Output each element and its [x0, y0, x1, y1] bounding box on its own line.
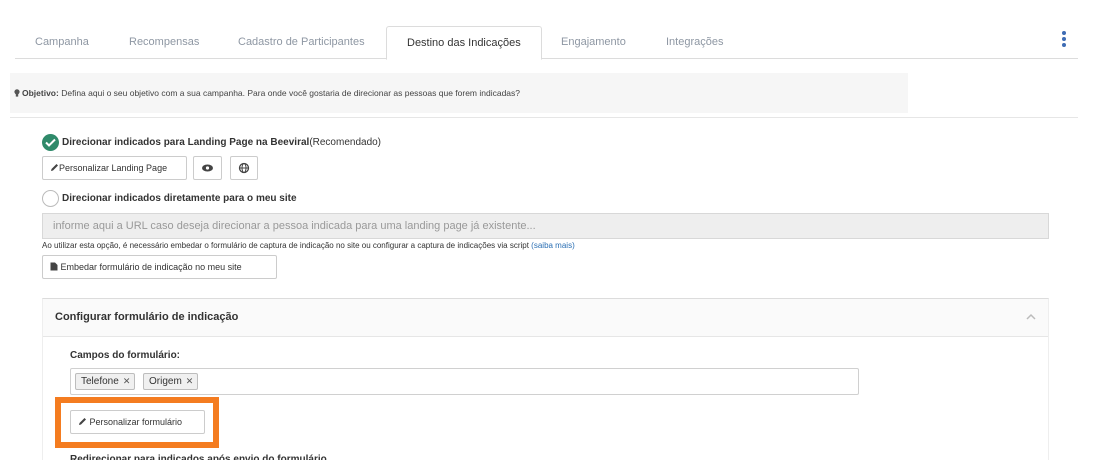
form-config-header[interactable]: Configurar formulário de indicação	[43, 299, 1048, 337]
lightbulb-icon	[14, 88, 20, 97]
customize-form-button[interactable]: Personalizar formulário	[70, 410, 205, 434]
customize-landing-page-label: Personalizar Landing Page	[59, 163, 168, 173]
tab-engajamento[interactable]: Engajamento	[541, 26, 646, 59]
landing-page-label: Direcionar indicados para Landing Page n…	[62, 137, 310, 148]
chevron-up-icon[interactable]	[1026, 313, 1036, 320]
field-tag-label: Origem	[149, 376, 182, 387]
more-options-icon[interactable]	[1060, 31, 1068, 47]
field-tag-label: Telefone	[81, 376, 119, 387]
own-site-radio[interactable]	[42, 190, 59, 207]
form-fields-label: Campos do formulário:	[70, 350, 181, 361]
embed-form-label: Embedar formulário de indicação no meu s…	[60, 262, 242, 272]
own-site-option-label[interactable]: Direcionar indicados diretamente para o …	[62, 193, 297, 204]
eye-icon	[202, 164, 213, 172]
preview-button[interactable]	[193, 156, 222, 180]
objective-label: Objetivo:	[22, 88, 59, 98]
tab-cadastro-participantes[interactable]: Cadastro de Participantes	[218, 26, 385, 59]
tab-integracoes[interactable]: Integrações	[646, 26, 743, 59]
objective-banner: Objetivo: Defina aqui o seu objetivo com…	[10, 73, 908, 113]
remove-tag-icon[interactable]: ✕	[123, 376, 131, 386]
tab-recompensas[interactable]: Recompensas	[109, 26, 219, 59]
check-icon	[45, 138, 56, 147]
remove-tag-icon[interactable]: ✕	[186, 376, 194, 386]
landing-page-option-label[interactable]: Direcionar indicados para Landing Page n…	[62, 137, 381, 148]
learn-more-link[interactable]: (saiba mais)	[531, 241, 575, 250]
embed-note-text: Ao utilizar esta opção, é necessário emb…	[42, 241, 532, 250]
objective-text: Defina aqui o seu objetivo com a sua cam…	[58, 88, 521, 98]
embed-note: Ao utilizar esta opção, é necessário emb…	[42, 241, 575, 250]
pencil-icon	[79, 418, 86, 426]
globe-icon	[238, 162, 250, 173]
field-tag-telefone: Telefone ✕	[75, 373, 136, 390]
redirect-after-submit-label: Redirecionar para indicados após envio d…	[70, 454, 327, 460]
redirect-url-input[interactable]: informe aqui a URL caso deseja direciona…	[42, 213, 1049, 239]
customize-landing-page-button[interactable]: Personalizar Landing Page	[42, 156, 187, 180]
own-site-label: Direcionar indicados diretamente para o …	[62, 193, 297, 204]
file-code-icon	[50, 262, 58, 271]
tab-campanha[interactable]: Campanha	[15, 26, 109, 59]
embed-form-button[interactable]: Embedar formulário de indicação no meu s…	[42, 255, 277, 279]
form-config-title: Configurar formulário de indicação	[55, 311, 239, 323]
customize-form-label: Personalizar formulário	[89, 417, 183, 427]
pencil-icon	[51, 164, 58, 172]
open-in-browser-button[interactable]	[230, 156, 258, 180]
landing-page-radio-checked[interactable]	[42, 134, 59, 151]
form-fields-input[interactable]: Telefone ✕ Origem ✕	[70, 368, 859, 395]
recommended-suffix: (Recomendado)	[309, 137, 382, 148]
divider	[10, 117, 1078, 118]
field-tag-origem: Origem ✕	[143, 373, 199, 390]
tab-destino-indicacoes[interactable]: Destino das Indicações	[386, 26, 542, 60]
tab-bar: Campanha Recompensas Cadastro de Partici…	[15, 26, 1078, 60]
